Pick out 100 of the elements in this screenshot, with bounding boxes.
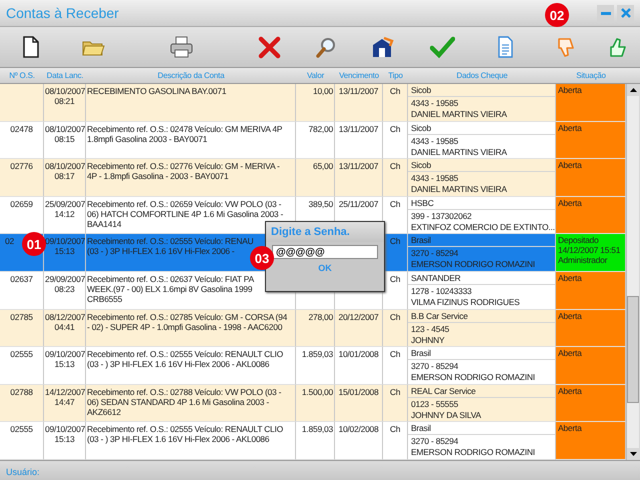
table-cell: 278,00 xyxy=(308,312,333,322)
status-cell: Aberta xyxy=(556,384,626,422)
table-cell-text: EMERSON RODRIGO ROMAZINI xyxy=(410,371,536,382)
table-cell: 09/10/2007 xyxy=(45,424,86,434)
table-cell: Ch xyxy=(390,86,400,96)
status-cell: Aberta xyxy=(556,310,626,348)
table-cell: 4P - 1.8mpfi Gasolina - 2003 - BAY0071 xyxy=(87,171,228,182)
table-cell: 08/10/2007 xyxy=(45,124,86,134)
table-cell-text: 1278 - 10243333 xyxy=(410,284,473,296)
table-cell-text: DANIEL MARTINS VIEIRA xyxy=(410,108,508,119)
table-cell: Recebimento ref. O.S.: 02478 Veículo: GM MERIVA 4P xyxy=(87,124,282,134)
table-cell: 06) HATCH COMFORTLINE 4P 1.6 Mi Gasolina 2003 - xyxy=(87,208,284,219)
table-cell: Recebimento ref. O.S.: 02555 Veículo: RENAU xyxy=(87,236,254,246)
scroll-down-button[interactable] xyxy=(627,448,639,460)
table-cell-text: 4343 - 19585 xyxy=(410,97,460,108)
table-row[interactable] xyxy=(0,384,626,422)
check-icon xyxy=(430,34,454,60)
table-cell: 02637 xyxy=(10,274,33,284)
table-cell: Ch xyxy=(390,274,400,284)
table-cell: 08:21 xyxy=(54,96,75,106)
x-mark-button[interactable] xyxy=(256,34,282,60)
table-cell: 14/12/2007 xyxy=(45,386,86,397)
table-cell: Ch xyxy=(390,236,400,246)
scroll-up-button[interactable] xyxy=(627,84,639,96)
table-cell: Recebimento ref. O.S.: 02637 Veículo: FIAT PA xyxy=(87,274,254,284)
table-cell: 08/10/2007 xyxy=(45,161,86,172)
table-cell: WEEK.(97 - 00) ELX 1.6mpi 8V Gasolina 1999 xyxy=(87,284,252,294)
close-button[interactable] xyxy=(617,4,634,22)
table-cell-text: 3270 - 85294 xyxy=(410,247,460,258)
table-cell: 13/11/2007 xyxy=(338,161,378,172)
table-cell: Sicob xyxy=(408,84,555,97)
table-cell: 08/10/2007 xyxy=(45,86,86,96)
table-cell: Sicob xyxy=(408,122,555,135)
table-cell: Ch xyxy=(390,349,400,360)
table-cell: B.B Car Service xyxy=(408,310,555,323)
table-cell: 06) SEDAN STANDARD 4P 1.6 Mi Gasolina 2003 - xyxy=(87,396,269,407)
table-cell: 08:23 xyxy=(54,284,75,294)
table-cell: Recebimento ref. O.S.: 02555 Veículo: RENAULT CLIO xyxy=(87,349,284,360)
table-cell: 14:12 xyxy=(54,208,75,219)
table-cell: Ch xyxy=(390,312,400,322)
table-row[interactable]: 02785 08/12/2007 04:41 Recebimento ref. O.S.: 02785 Veículo: GM - CORSA (94 - 02) - SUPER 4P - 1.0mpfi Gasolina - 1998 - AAC6200 278,00 20/12/2007 Ch B.B Car Service 123 - 4545 JOHNNY Aberta xyxy=(0,310,626,348)
table-cell: 65,00 xyxy=(312,161,333,172)
table-cell: 10/02/2008 xyxy=(338,424,379,434)
check-button[interactable] xyxy=(430,34,454,60)
dialog-title: Digite a Senha. xyxy=(266,222,384,242)
table-cell: 1.859,03 xyxy=(302,424,333,434)
table-cell: AKZ6612 xyxy=(87,406,121,417)
table-cell: 13/11/2007 xyxy=(338,86,378,96)
table-cell: 389,50 xyxy=(308,198,333,209)
table-cell-text: DANIEL MARTINS VIEIRA xyxy=(410,183,508,194)
table-cell: Ch xyxy=(390,161,400,172)
table-cell: 15:13 xyxy=(54,434,75,444)
table-cell-text: 399 - 137302062 xyxy=(410,210,473,221)
table-cell: 20/12/2007 xyxy=(338,312,379,322)
printer-button[interactable] xyxy=(169,34,194,60)
table-cell: REAL Car Service xyxy=(408,384,555,398)
table-cell-text: JOHNNY DA SILVA xyxy=(410,408,482,420)
table-cell: 09/10/2007 xyxy=(45,236,86,246)
table-cell-text: EMERSON RODRIGO ROMAZINI xyxy=(410,446,536,458)
minimize-button[interactable] xyxy=(597,4,614,22)
table-cell: 02785 xyxy=(10,312,33,322)
table-cell: Ch xyxy=(390,124,400,134)
table-row[interactable]: 02555 09/10/2007 15:13 Recebimento ref. O.S.: 02555 Veículo: RENAULT CLIO (03 - ) 3P HI-FLEX 1.6 16V Hi-Flex 2006 - AKL0086 1.859,03 10/02/2008 Ch Brasil 3270 - 85294 EMERSON RODRIGO ROMAZINI Aberta xyxy=(0,422,626,460)
table-cell: Brasil xyxy=(408,234,555,248)
table-cell: HSBC xyxy=(408,196,555,210)
table-cell: 29/09/2007 xyxy=(45,274,86,284)
scrollbar-thumb[interactable] xyxy=(627,296,639,403)
status-cell: Aberta xyxy=(556,196,626,234)
table-cell: 13/11/2007 xyxy=(338,124,378,134)
table-cell: Recebimento ref. O.S.: 02785 Veículo: GM - CORSA (94 xyxy=(87,312,288,322)
table-cell: 02788 xyxy=(10,386,33,397)
table-cell: RECEBIMENTO GASOLINA BAY.0071 xyxy=(87,86,226,96)
table-row[interactable]: 02776 08/10/2007 08:17 Recebimento ref. O.S.: 02776 Veículo: GM - MERIVA - 4P - 1.8mpfi Gasolina - 2003 - BAY0071 65,00 13/11/2007 Ch Sicob 4343 - 19585 DANIEL MARTINS VIEIRA Aberta xyxy=(0,159,626,197)
table-cell-text: 3270 - 85294 xyxy=(410,360,460,372)
table-cell-text: EMERSON RODRIGO ROMAZINI xyxy=(410,258,536,270)
table-row[interactable]: 08/10/2007 08:21 RECEBIMENTO GASOLINA BAY.0071 10,00 13/11/2007 Ch Sicob 4343 - 19585 DANIEL MARTINS VIEIRA Aberta xyxy=(0,84,626,122)
table-cell: Brasil xyxy=(408,422,555,436)
table-cell: 02776 xyxy=(10,161,33,172)
table-cell: CRB6555 xyxy=(87,294,122,304)
table-cell: 25/11/2007 xyxy=(338,198,378,209)
table-cell-text: EXTINFOZ COMERCIO DE EXTINTO... xyxy=(410,220,555,232)
password-field[interactable]: @@@@@ xyxy=(272,245,378,259)
table-cell: - 02) - SUPER 4P - 1.0mpfi Gasolina - 1998 - AAC6200 xyxy=(87,322,282,332)
table-cell: 08:15 xyxy=(54,134,75,144)
table-cell: 15/01/2008 xyxy=(338,386,379,397)
up-arrow-icon xyxy=(630,88,636,92)
table-cell: 15:13 xyxy=(54,359,75,370)
table-cell: 02555 xyxy=(10,349,33,360)
table-cell: Brasil xyxy=(408,347,555,360)
close-icon xyxy=(620,7,632,19)
table-cell: 1.500,00 xyxy=(302,386,333,397)
table-cell: (03 - ) 3P HI-FLEX 1.6 16V Hi-Flex 2006 - AKL0086 xyxy=(87,359,270,370)
table-cell: 02478 xyxy=(10,124,33,134)
table-cell-text: 3270 - 85294 xyxy=(410,435,460,446)
printer-icon xyxy=(169,34,194,60)
table-cell: 15:13 xyxy=(54,246,75,256)
table-cell: Recebimento ref. O.S.: 02776 Veículo: GM - MERIVA - xyxy=(87,161,280,172)
table-cell: 1.859,03 xyxy=(302,349,333,360)
table-row[interactable]: 02555 09/10/2007 15:13 Recebimento ref. O.S.: 02555 Veículo: RENAULT CLIO (03 - ) 3P HI-FLEX 1.6 16V Hi-Flex 2006 - AKL0086 1.859,03 10/01/2008 Ch Brasil 3270 - 85294 EMERSON RODRIGO ROMAZINI Aberta xyxy=(0,347,626,385)
table-cell: BAA1414 xyxy=(87,218,122,229)
